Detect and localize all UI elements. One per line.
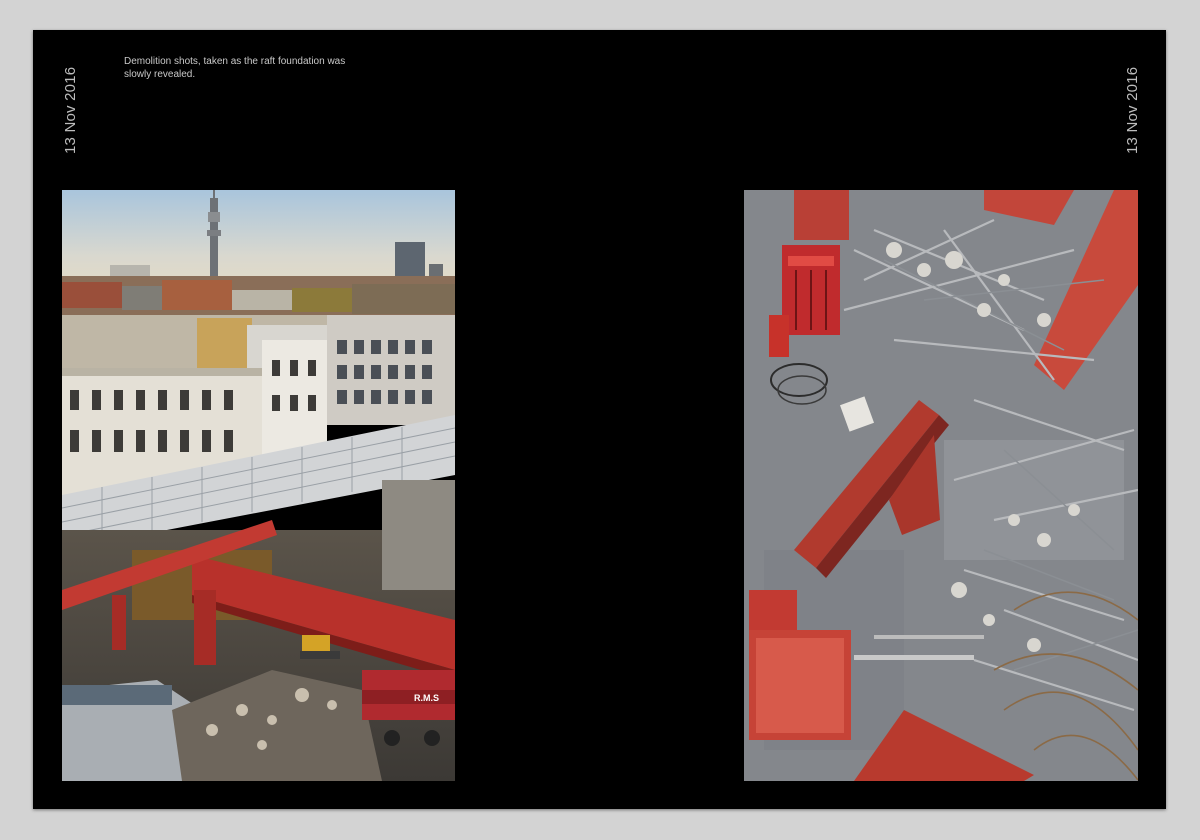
rubble-overhead-image [744, 190, 1138, 781]
date-label-right: 13 Nov 2016 [1124, 66, 1141, 154]
rubble-photo-right [744, 190, 1138, 781]
date-label-left: 13 Nov 2016 [62, 66, 79, 154]
demolition-site-image: R.M.S [62, 190, 455, 781]
demolition-photo-left: R.M.S [62, 190, 455, 781]
truck-label: R.M.S [414, 693, 439, 703]
photo-caption: Demolition shots, taken as the raft foun… [124, 56, 346, 80]
